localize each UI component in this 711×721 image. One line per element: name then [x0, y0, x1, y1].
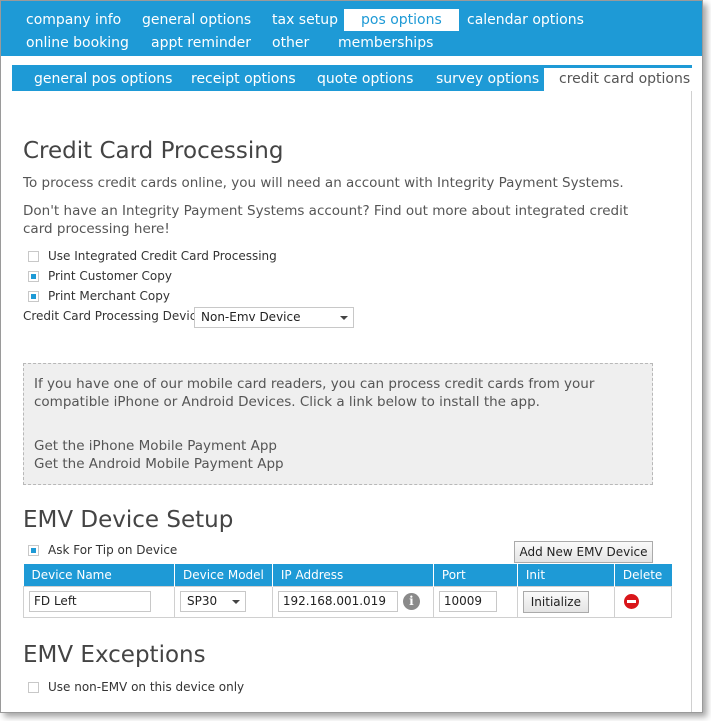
col-delete: Delete: [614, 564, 672, 586]
port-cell: 10009: [432, 585, 518, 618]
info-icon[interactable]: i: [402, 593, 420, 610]
tab-receipt-options[interactable]: receipt options: [176, 68, 311, 91]
processing-device-select[interactable]: Non-Emv Device: [194, 307, 354, 328]
use-non-emv-checkbox[interactable]: [28, 681, 39, 693]
tab-calendar-options[interactable]: calendar options: [450, 9, 601, 31]
table-row: FD Left SP30 192.168.001.019 i 10009 Ini…: [23, 585, 673, 618]
device-name-input[interactable]: FD Left: [29, 591, 151, 612]
pos-options-subnav: general pos options receipt options quot…: [12, 65, 702, 91]
init-cell: Initialize: [516, 585, 615, 618]
print-customer-copy-checkbox[interactable]: [28, 270, 39, 282]
col-device-model: Device Model: [174, 564, 273, 586]
ccp-intro-text: To process credit cards online, you will…: [23, 175, 624, 191]
print-merchant-copy-label: Print Merchant Copy: [48, 289, 170, 303]
tab-online-booking[interactable]: online booking: [9, 32, 146, 54]
ask-for-tip-checkbox[interactable]: [28, 544, 39, 556]
print-merchant-copy-checkbox[interactable]: [28, 290, 39, 302]
initialize-button[interactable]: Initialize: [522, 590, 589, 613]
ccp-no-account-text: Don't have an Integrity Payment Systems …: [23, 203, 629, 237]
device-model-value: SP30: [187, 594, 218, 608]
processing-device-value: Non-Emv Device: [201, 310, 301, 324]
tab-company-info[interactable]: company info: [9, 9, 138, 31]
ask-for-tip-row[interactable]: Ask For Tip on Device: [28, 542, 177, 558]
ip-address-input[interactable]: 192.168.001.019: [277, 591, 398, 612]
credit-card-options-panel: Credit Card Processing To process credit…: [12, 91, 692, 712]
tab-tax-setup[interactable]: tax setup: [255, 9, 355, 31]
device-label: Credit Card Processing Device: [23, 309, 204, 323]
tab-quote-options[interactable]: quote options: [302, 68, 428, 91]
tab-general-pos-options[interactable]: general pos options: [19, 68, 187, 91]
tab-pos-options[interactable]: pos options: [344, 9, 459, 31]
col-port: Port: [433, 564, 518, 586]
table-header-row: Device Name Device Model IP Address Port…: [23, 564, 672, 586]
mobile-app-box: If you have one of our mobile card reade…: [23, 363, 653, 485]
main-settings-nav: company info general options tax setup p…: [1, 1, 702, 56]
mobile-app-text: If you have one of our mobile card reade…: [34, 376, 595, 410]
ccp-heading: Credit Card Processing: [23, 138, 284, 164]
iphone-app-link[interactable]: Get the iPhone Mobile Payment App: [34, 438, 277, 454]
tab-other[interactable]: other: [255, 32, 326, 54]
settings-window: company info general options tax setup p…: [0, 0, 703, 713]
emv-device-table: Device Name Device Model IP Address Port…: [23, 564, 673, 618]
device-name-cell: FD Left: [23, 585, 175, 618]
delete-icon[interactable]: [623, 594, 639, 609]
ip-address-cell: 192.168.001.019 i: [271, 585, 434, 618]
tab-survey-options[interactable]: survey options: [421, 68, 554, 91]
android-app-link[interactable]: Get the Android Mobile Payment App: [34, 456, 284, 472]
print-merchant-copy-row[interactable]: Print Merchant Copy: [28, 288, 170, 304]
delete-cell: [613, 585, 673, 618]
tab-general-options[interactable]: general options: [125, 9, 268, 31]
emv-exceptions-heading: EMV Exceptions: [23, 642, 206, 668]
port-input[interactable]: 10009: [438, 591, 497, 612]
use-integrated-ccp-label: Use Integrated Credit Card Processing: [48, 249, 277, 263]
use-integrated-ccp-row[interactable]: Use Integrated Credit Card Processing: [28, 248, 277, 264]
emv-heading: EMV Device Setup: [23, 507, 234, 533]
device-model-cell: SP30: [174, 585, 273, 618]
use-integrated-ccp-checkbox[interactable]: [28, 250, 39, 262]
tab-appt-reminder[interactable]: appt reminder: [134, 32, 268, 54]
col-device-name: Device Name: [23, 564, 175, 586]
col-ip-address: IP Address: [272, 564, 434, 586]
chevron-down-icon: [232, 600, 240, 604]
ask-for-tip-label: Ask For Tip on Device: [48, 543, 178, 557]
print-customer-copy-row[interactable]: Print Customer Copy: [28, 268, 172, 284]
print-customer-copy-label: Print Customer Copy: [48, 269, 172, 283]
tab-credit-card-options[interactable]: credit card options: [544, 68, 702, 91]
chevron-down-icon: [340, 316, 348, 320]
add-new-emv-device-button[interactable]: Add New EMV Device: [514, 541, 653, 563]
device-model-select[interactable]: SP30: [180, 591, 246, 612]
use-non-emv-row[interactable]: Use non-EMV on this device only: [28, 679, 244, 695]
col-init: Init: [517, 564, 615, 586]
use-non-emv-label: Use non-EMV on this device only: [48, 680, 245, 694]
tab-memberships[interactable]: memberships: [321, 32, 450, 54]
